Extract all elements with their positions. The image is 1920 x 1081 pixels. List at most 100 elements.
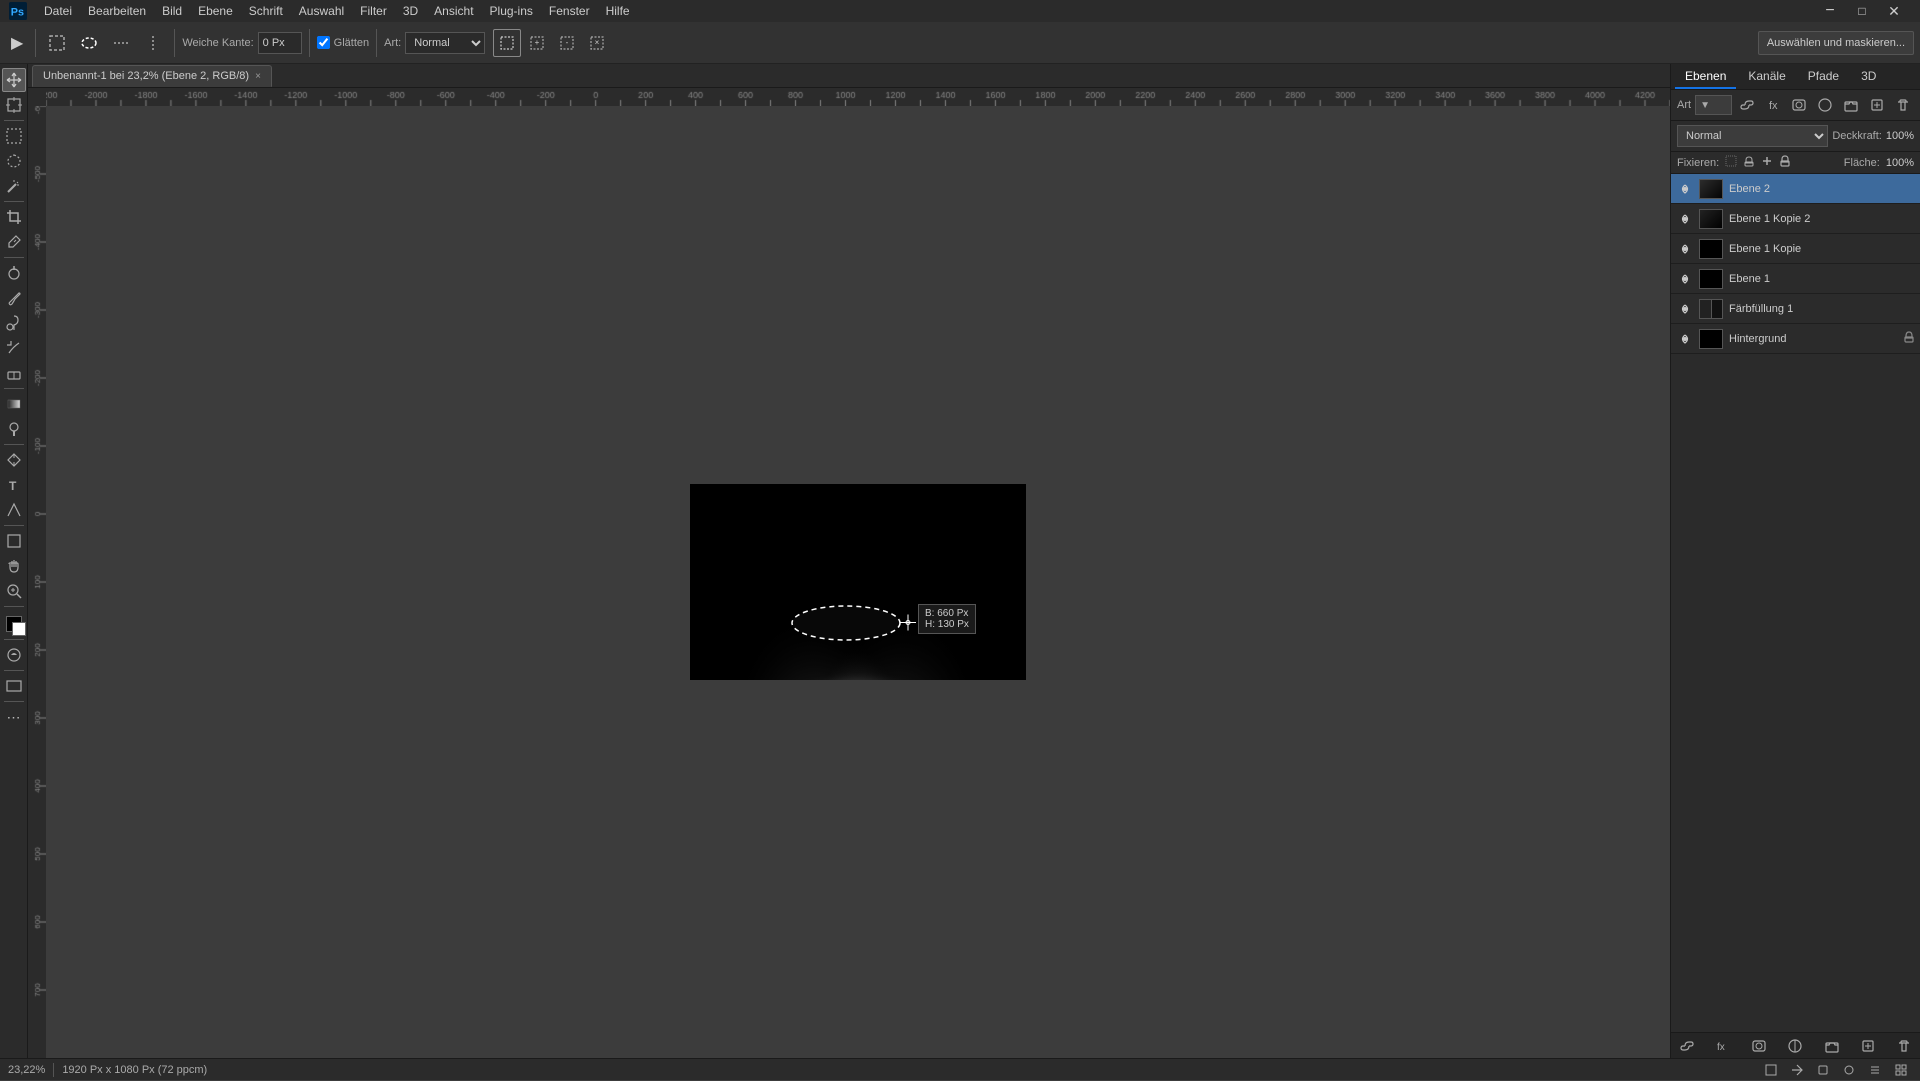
- clone-stamp-tool[interactable]: [2, 311, 26, 335]
- art-dropdown[interactable]: ▼: [1695, 95, 1732, 115]
- layer-item-ebene2[interactable]: Ebene 2: [1671, 174, 1920, 204]
- single-col-select-btn[interactable]: [139, 29, 167, 57]
- add-mask-btn[interactable]: [1788, 94, 1810, 116]
- menu-filter[interactable]: Filter: [352, 0, 395, 22]
- glatten-checkbox[interactable]: [317, 36, 330, 49]
- quick-mask-btn[interactable]: [2, 643, 26, 667]
- status-icon-4[interactable]: [1838, 1059, 1860, 1081]
- menu-schrift[interactable]: Schrift: [241, 0, 291, 22]
- menu-ansicht[interactable]: Ansicht: [426, 0, 481, 22]
- history-brush-tool[interactable]: [2, 336, 26, 360]
- deckkraft-value[interactable]: 100%: [1886, 130, 1914, 142]
- art-select[interactable]: Normal Fixiert Festes Seitenverhältnis F…: [405, 32, 485, 54]
- layer-eye-ebene1k2[interactable]: [1677, 211, 1693, 227]
- layer-item-hintergrund[interactable]: Hintergrund: [1671, 324, 1920, 354]
- lock-artboard-btn[interactable]: [1761, 155, 1773, 170]
- add-selection-btn[interactable]: +: [523, 29, 551, 57]
- hand-tool[interactable]: [2, 554, 26, 578]
- glatten-label[interactable]: Glätten: [334, 37, 369, 49]
- menu-bearbeiten[interactable]: Bearbeiten: [80, 0, 154, 22]
- menu-plugins[interactable]: Plug-ins: [482, 0, 541, 22]
- layer-mode-select[interactable]: Normal Auflösen Abdunkeln Multiplizieren…: [1677, 125, 1828, 147]
- new-group-btn[interactable]: [1840, 94, 1862, 116]
- lasso-tool[interactable]: [2, 149, 26, 173]
- text-tool[interactable]: T: [2, 473, 26, 497]
- layer-eye-farbfullung[interactable]: [1677, 301, 1693, 317]
- status-icon-2[interactable]: [1786, 1059, 1808, 1081]
- group-bottom-btn[interactable]: [1822, 1036, 1842, 1056]
- spot-heal-tool[interactable]: [2, 261, 26, 285]
- shape-tool[interactable]: [2, 529, 26, 553]
- zoom-tool[interactable]: [2, 579, 26, 603]
- mask-bottom-btn[interactable]: [1749, 1036, 1769, 1056]
- document-tab[interactable]: Unbenannt-1 bei 23,2% (Ebene 2, RGB/8) ×: [32, 65, 272, 87]
- path-select-tool[interactable]: [2, 498, 26, 522]
- menu-ebene[interactable]: Ebene: [190, 0, 241, 22]
- panel-tab-pfade[interactable]: Pfade: [1798, 65, 1849, 89]
- status-icon-3[interactable]: [1812, 1059, 1834, 1081]
- weiche-kante-input[interactable]: [258, 32, 302, 54]
- menu-datei[interactable]: Datei: [36, 0, 80, 22]
- close-btn[interactable]: ✕: [1880, 0, 1908, 25]
- lock-all-btn[interactable]: [1779, 155, 1791, 170]
- magic-wand-tool[interactable]: [2, 174, 26, 198]
- status-icon-1[interactable]: [1760, 1059, 1782, 1081]
- rect-select-btn[interactable]: [43, 29, 71, 57]
- menu-bild[interactable]: Bild: [154, 0, 190, 22]
- elliptical-select-btn[interactable]: [75, 29, 103, 57]
- adj-bottom-btn[interactable]: [1785, 1036, 1805, 1056]
- new-layer-bottom-btn[interactable]: [1858, 1036, 1878, 1056]
- lock-image-btn[interactable]: [1743, 155, 1755, 170]
- new-selection-btn[interactable]: [493, 29, 521, 57]
- artboard-tool[interactable]: [2, 93, 26, 117]
- pen-tool[interactable]: [2, 448, 26, 472]
- menu-auswahl[interactable]: Auswahl: [291, 0, 352, 22]
- single-row-select-btn[interactable]: [107, 29, 135, 57]
- panel-tab-3d[interactable]: 3D: [1851, 65, 1886, 89]
- layer-eye-hintergrund[interactable]: [1677, 331, 1693, 347]
- layer-eye-ebene1k[interactable]: [1677, 241, 1693, 257]
- menu-hilfe[interactable]: Hilfe: [598, 0, 638, 22]
- layer-eye-ebene2[interactable]: [1677, 181, 1693, 197]
- eraser-tool[interactable]: [2, 361, 26, 385]
- new-fill-adj-btn[interactable]: [1814, 94, 1836, 116]
- brush-tool[interactable]: [2, 286, 26, 310]
- tab-close-btn[interactable]: ×: [255, 71, 261, 82]
- delete-layer-btn[interactable]: [1892, 94, 1914, 116]
- menu-3d[interactable]: 3D: [395, 0, 426, 22]
- lock-transparent-btn[interactable]: [1725, 155, 1737, 170]
- eyedropper-tool[interactable]: [2, 230, 26, 254]
- fx-bottom-btn[interactable]: fx: [1713, 1036, 1733, 1056]
- select-mask-btn[interactable]: Auswählen und maskieren...: [1758, 31, 1914, 55]
- tool-preset-btn[interactable]: ▶: [6, 29, 28, 57]
- panel-tab-ebenen[interactable]: Ebenen: [1675, 65, 1736, 89]
- layer-item-ebene1k2[interactable]: Ebene 1 Kopie 2: [1671, 204, 1920, 234]
- delete-layer-bottom-btn[interactable]: [1894, 1036, 1914, 1056]
- status-icon-6[interactable]: [1890, 1059, 1912, 1081]
- extra-tools-btn[interactable]: ⋯: [2, 705, 26, 729]
- menu-fenster[interactable]: Fenster: [541, 0, 598, 22]
- maximize-btn[interactable]: □: [1848, 0, 1876, 25]
- gradient-tool[interactable]: [2, 392, 26, 416]
- add-style-btn[interactable]: fx: [1762, 94, 1784, 116]
- crop-tool[interactable]: [2, 205, 26, 229]
- layer-item-farbfullung[interactable]: Färbfüllung 1: [1671, 294, 1920, 324]
- intersect-selection-btn[interactable]: ×: [583, 29, 611, 57]
- subtract-selection-btn[interactable]: -: [553, 29, 581, 57]
- dodge-tool[interactable]: [2, 417, 26, 441]
- minimize-btn[interactable]: −: [1816, 0, 1844, 25]
- background-color[interactable]: [12, 622, 26, 636]
- link-layers-bottom-btn[interactable]: [1677, 1036, 1697, 1056]
- move-tool[interactable]: [2, 68, 26, 92]
- rect-select-tool[interactable]: [2, 124, 26, 148]
- panel-tab-kanale[interactable]: Kanäle: [1738, 65, 1795, 89]
- screen-mode-btn[interactable]: [2, 674, 26, 698]
- status-icon-5[interactable]: [1864, 1059, 1886, 1081]
- layer-item-ebene1[interactable]: Ebene 1: [1671, 264, 1920, 294]
- new-layer-btn[interactable]: [1866, 94, 1888, 116]
- canvas-viewport[interactable]: @keyframes march-ant { from { stroke-das…: [46, 106, 1670, 1058]
- layer-eye-ebene1[interactable]: [1677, 271, 1693, 287]
- layer-item-ebene1k[interactable]: Ebene 1 Kopie: [1671, 234, 1920, 264]
- link-layers-btn[interactable]: [1736, 94, 1758, 116]
- flache-value[interactable]: 100%: [1886, 157, 1914, 169]
